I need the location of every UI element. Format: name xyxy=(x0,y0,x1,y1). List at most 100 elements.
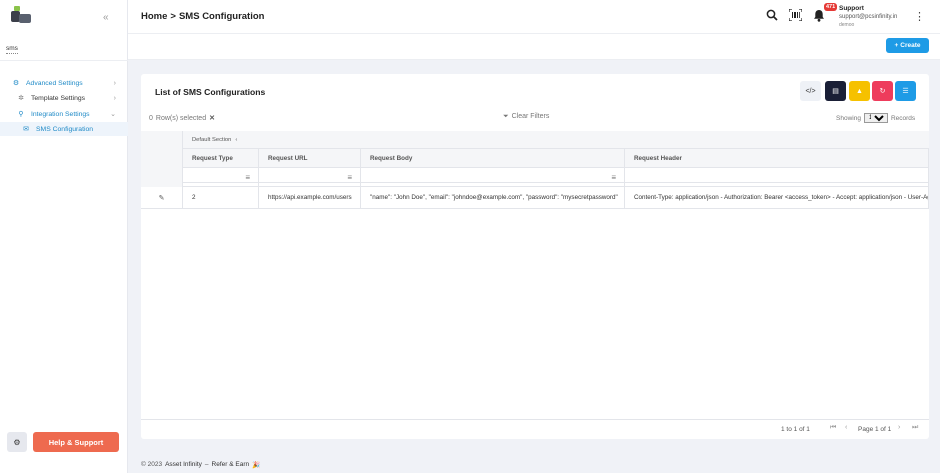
page-title: List of SMS Configurations xyxy=(155,87,266,97)
list-card: List of SMS Configurations </> ▤ ▲ ↻ ☰ 0… xyxy=(141,74,929,439)
previous-page-icon[interactable]: ‹ xyxy=(845,424,847,431)
list-settings-button[interactable]: ☰ xyxy=(895,81,916,101)
create-button[interactable]: + Create xyxy=(886,38,929,53)
showing-label: Showing xyxy=(836,114,861,122)
search-icon[interactable] xyxy=(766,9,778,24)
last-page-icon[interactable]: ⏭ xyxy=(912,424,918,432)
section-header[interactable]: Default Section ‹ xyxy=(183,131,929,148)
warning-icon: ▲ xyxy=(856,87,863,95)
footer-separator: – xyxy=(204,461,209,468)
help-support-button[interactable]: Help & Support xyxy=(33,432,119,452)
column-header-request-header[interactable]: Request Header xyxy=(625,149,929,167)
action-bar: + Create xyxy=(128,34,940,60)
next-page-icon[interactable]: › xyxy=(898,424,900,431)
copyright: © 2023 xyxy=(141,461,163,468)
pagination-divider xyxy=(141,419,929,420)
column-filter-request-body[interactable]: ≡ xyxy=(361,168,625,186)
chevron-down-icon: ⌄ xyxy=(110,111,116,118)
document-button[interactable]: ▤ xyxy=(825,81,846,101)
footer: © 2023 Asset Infinity – Refer & Earn 🎉 xyxy=(141,461,260,469)
plus-icon: + xyxy=(894,42,899,49)
pencil-icon: ✎ xyxy=(158,194,165,202)
records-label: Records xyxy=(890,114,916,122)
app-logo[interactable] xyxy=(11,6,33,24)
sidebar-divider xyxy=(0,60,128,61)
filter-icon[interactable]: ≡ xyxy=(245,173,250,182)
first-page-icon[interactable]: ⏮ xyxy=(830,424,836,432)
link-icon: ⚲ xyxy=(18,111,24,118)
rows-selected-label: Row(s) selected xyxy=(155,114,207,122)
column-header-row: Request Type Request URL Request Body Re… xyxy=(183,148,929,168)
cell-request-body: "name": "John Doe", "email": "johndoe@ex… xyxy=(361,187,625,208)
breadcrumb-home[interactable]: Home xyxy=(141,11,167,22)
filter-icon[interactable]: ≡ xyxy=(347,173,352,182)
code-icon: </> xyxy=(805,87,816,95)
column-header-request-type[interactable]: Request Type xyxy=(183,149,259,167)
filter-row: ≡ ≡ ≡ xyxy=(183,168,929,187)
chevron-right-icon: › xyxy=(113,94,116,102)
party-icon: 🎉 xyxy=(252,462,261,469)
rows-selected: 0 Row(s) selected ✕ xyxy=(149,114,215,123)
refresh-button[interactable]: ↻ xyxy=(872,81,893,101)
more-options-icon[interactable]: ⋮ xyxy=(914,10,925,23)
row-action-column xyxy=(141,131,183,187)
filter-icon[interactable]: ≡ xyxy=(611,173,616,182)
clear-filters-button[interactable]: ⏷ Clear Filters xyxy=(503,113,549,121)
top-header: Home > SMS Configuration 471 Support sup… xyxy=(128,0,940,34)
sidebar-item-label: SMS Configuration xyxy=(36,125,94,133)
column-filter-request-header[interactable] xyxy=(625,168,929,186)
envelope-icon: ✉ xyxy=(23,126,29,133)
sidebar-item-integration-settings[interactable]: ⚲ Integration Settings ⌄ xyxy=(0,107,128,121)
gear-icon: ✲ xyxy=(18,95,24,102)
cell-request-header: Content-Type: application/json - Authori… xyxy=(625,187,929,208)
edit-row-button[interactable]: ✎ xyxy=(141,187,183,208)
user-name[interactable]: Support xyxy=(839,5,864,12)
page-size-control: Showing 100 Records xyxy=(836,113,915,123)
data-grid: Default Section ‹ Request Type Request U… xyxy=(141,131,929,419)
filter-icon: ⏷ xyxy=(503,113,509,120)
list-icon: ☰ xyxy=(902,88,909,95)
warning-button[interactable]: ▲ xyxy=(849,81,870,101)
document-icon: ▤ xyxy=(832,88,839,95)
breadcrumb-current: SMS Configuration xyxy=(178,11,265,22)
sidebar-item-advanced-settings[interactable]: ⚙ Advanced Settings › xyxy=(0,76,128,90)
refer-earn-link[interactable]: Refer & Earn xyxy=(212,461,250,469)
clear-filters-label: Clear Filters xyxy=(511,113,550,120)
breadcrumb: Home > SMS Configuration xyxy=(141,11,264,22)
settings-button[interactable]: ⚙ xyxy=(7,432,27,452)
cell-request-type: 2 xyxy=(183,187,259,208)
sidebar-item-label: Template Settings xyxy=(31,94,86,102)
brand-link[interactable]: Asset Infinity xyxy=(165,461,202,469)
collapse-sidebar-icon[interactable]: « xyxy=(103,12,109,23)
user-email: support@pcsinfinity.in xyxy=(839,14,898,20)
sidebar-item-label: Advanced Settings xyxy=(26,79,83,87)
create-label: Create xyxy=(900,42,921,49)
refresh-icon: ↻ xyxy=(879,88,886,95)
sidebar-item-label: Integration Settings xyxy=(31,110,90,118)
pagination-count: 1 to 1 of 1 xyxy=(781,426,810,433)
barcode-scan-icon[interactable] xyxy=(788,8,803,24)
code-view-button[interactable]: </> xyxy=(800,81,821,101)
section-label: Default Section xyxy=(192,136,232,143)
column-filter-request-url[interactable]: ≡ xyxy=(259,168,361,186)
rows-selected-count: 0 xyxy=(149,114,153,122)
table-row[interactable]: ✎ 2 https://api.example.com/users "name"… xyxy=(141,187,929,209)
chevron-right-icon: › xyxy=(113,79,116,87)
sidebar-item-template-settings[interactable]: ✲ Template Settings › xyxy=(0,91,128,105)
page-indicator: Page 1 of 1 xyxy=(858,426,892,433)
column-header-request-url[interactable]: Request URL xyxy=(259,149,361,167)
sidebar-item-sms-configuration[interactable]: ✉ SMS Configuration xyxy=(0,122,128,136)
sidebar: « sms ⚙ Advanced Settings › ✲ Template S… xyxy=(0,0,128,473)
clear-selection-icon[interactable]: ✕ xyxy=(209,114,215,122)
bell-icon[interactable] xyxy=(813,9,825,25)
column-header-request-body[interactable]: Request Body xyxy=(361,149,625,167)
chevron-left-icon[interactable]: ‹ xyxy=(235,137,237,143)
module-label: sms xyxy=(6,45,18,54)
column-filter-request-type[interactable]: ≡ xyxy=(183,168,259,186)
notification-badge: 471 xyxy=(824,3,838,11)
breadcrumb-separator: > xyxy=(170,11,176,22)
cell-request-url: https://api.example.com/users xyxy=(259,187,361,208)
cogs-icon: ⚙ xyxy=(13,437,21,447)
user-org: demoo xyxy=(839,22,855,28)
page-size-select[interactable]: 100 xyxy=(863,113,888,123)
